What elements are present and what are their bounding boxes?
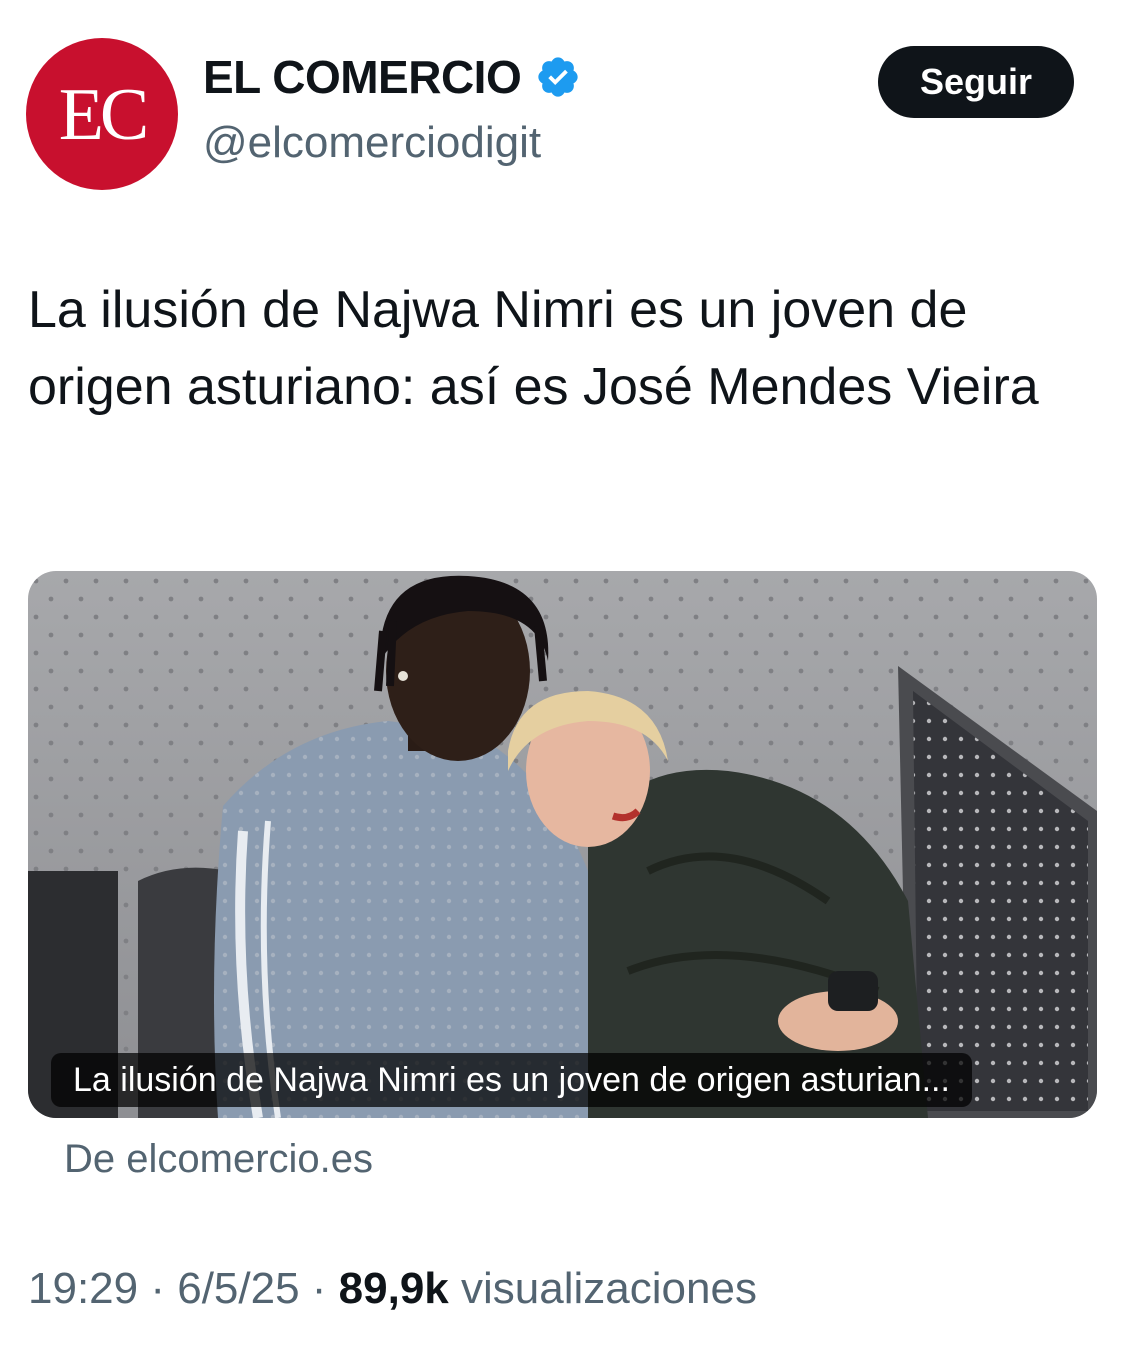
author-name-row: EL COMERCIO (203, 50, 581, 104)
verified-badge-icon (538, 57, 578, 97)
author-name[interactable]: EL COMERCIO (203, 50, 522, 104)
views-label: visualizaciones (461, 1264, 757, 1313)
follow-button[interactable]: Seguir (878, 46, 1074, 118)
meta-separator: · (299, 1264, 339, 1313)
tweet-text: La ilusión de Najwa Nimri es un joven de… (28, 281, 1039, 416)
tweet-time[interactable]: 19:29 (28, 1264, 138, 1314)
author-avatar[interactable]: EC (26, 38, 178, 190)
meta-separator: · (138, 1264, 178, 1313)
avatar-logo-text: EC (58, 74, 150, 156)
author-handle[interactable]: @elcomerciodigit (203, 118, 541, 168)
card-photo (28, 571, 1097, 1118)
tweet-meta: 19:29 · 6/5/25 · 89,9k visualizaciones (28, 1264, 757, 1314)
link-card[interactable]: La ilusión de Najwa Nimri es un joven de… (28, 571, 1097, 1118)
card-source-link[interactable]: De elcomercio.es (64, 1137, 373, 1182)
card-caption: La ilusión de Najwa Nimri es un joven de… (51, 1053, 972, 1107)
views-count: 89,9k (338, 1264, 449, 1313)
tweet-date[interactable]: 6/5/25 (177, 1264, 299, 1314)
